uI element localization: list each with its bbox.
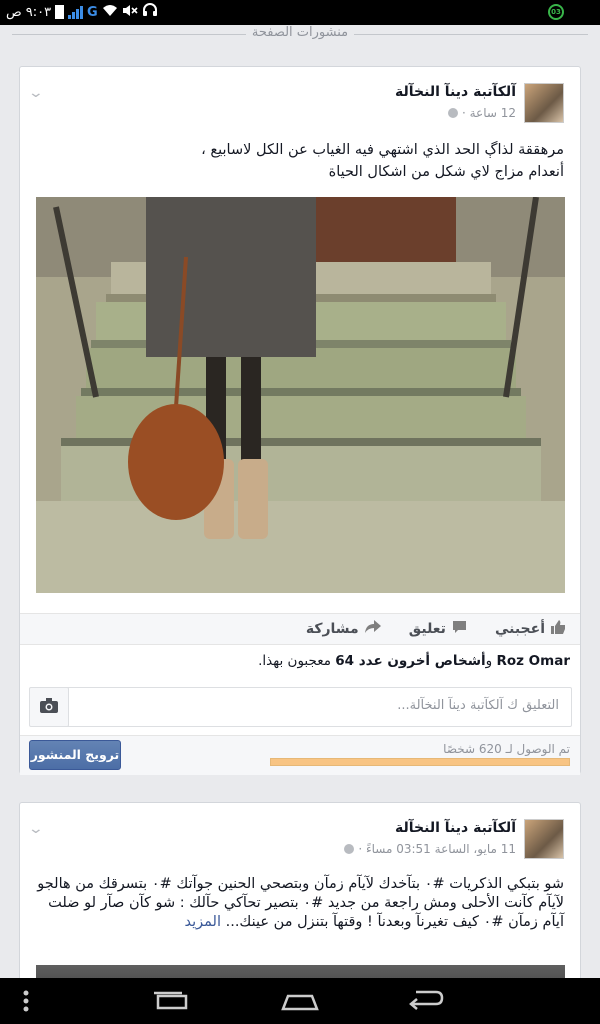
status-left: ص ٩:٠٣ G bbox=[6, 3, 158, 21]
post-author[interactable]: آلكآتبة دينآ النخآلة bbox=[395, 820, 516, 836]
liker-name[interactable]: Roz Omar bbox=[496, 653, 570, 669]
post-time[interactable]: 11 مايو، الساعة 03:51 مساءً · bbox=[358, 842, 516, 856]
reach-text: تم الوصول لـ 620 شخصًا bbox=[443, 742, 570, 756]
like-icon bbox=[551, 620, 566, 638]
recent-apps-icon[interactable] bbox=[152, 988, 190, 1018]
status-am-pm: ص bbox=[6, 4, 22, 20]
menu-dots-icon[interactable] bbox=[20, 988, 32, 1018]
post-text: شو بتبكي الذكريات #٠ بتآخدك لآيآم زمآن و… bbox=[36, 875, 564, 932]
chevron-down-icon[interactable]: ⌄ bbox=[28, 821, 44, 837]
globe-icon bbox=[447, 108, 458, 118]
avatar[interactable] bbox=[524, 83, 564, 123]
globe-icon bbox=[344, 844, 355, 854]
comment-placeholder: التعليق ك آلكآتبة دينآ النخآلة... bbox=[397, 698, 559, 713]
status-time: ٩:٠٣ bbox=[25, 4, 52, 20]
boost-post-button[interactable]: ترويج المنشور bbox=[29, 740, 121, 770]
post-card: آلكآتبة دينآ النخآلة 11 مايو، الساعة 03:… bbox=[19, 802, 581, 1002]
status-badge: 03 bbox=[548, 4, 564, 20]
post-text-body: شو بتبكي الذكريات #٠ بتآخدك لآيآم زمآن و… bbox=[37, 876, 564, 930]
share-icon bbox=[364, 620, 381, 638]
post-text-line: أنعدام مزاج لاي شكل من اشكال الحياة bbox=[328, 164, 564, 180]
post-text: مرهققة لذاڳ الحد الذي اشتهي فيه الغياب ع… bbox=[36, 139, 564, 183]
likes-summary[interactable]: Roz Omar وأشخاص أخرون عدد 64 معجبون بهذا… bbox=[30, 653, 570, 669]
likes-connector: و bbox=[485, 653, 497, 669]
back-icon[interactable] bbox=[408, 988, 446, 1018]
wifi-icon bbox=[102, 4, 118, 21]
comment-label: تعليق bbox=[408, 621, 446, 637]
section-header: منشورات الصفحة bbox=[0, 25, 600, 45]
share-button[interactable]: مشاركة bbox=[306, 620, 381, 638]
post-text-line: مرهققة لذاڳ الحد الذي اشتهي فيه الغياب ع… bbox=[201, 142, 564, 158]
signal-icon bbox=[68, 5, 84, 19]
navigation-bar bbox=[0, 978, 600, 1024]
camera-button[interactable] bbox=[29, 687, 69, 727]
headset-icon bbox=[142, 3, 158, 21]
see-more-link[interactable]: المزيد bbox=[185, 914, 221, 930]
likes-suffix: معجبون بهذا. bbox=[258, 653, 336, 669]
network-type: G bbox=[87, 4, 98, 20]
battery-icon bbox=[55, 5, 65, 19]
section-title: منشورات الصفحة bbox=[245, 25, 355, 40]
share-label: مشاركة bbox=[305, 621, 359, 637]
mute-icon bbox=[122, 4, 138, 21]
comment-button[interactable]: تعليق bbox=[409, 620, 467, 638]
reach-progress bbox=[270, 758, 570, 766]
home-icon[interactable] bbox=[280, 988, 320, 1018]
photo-illustration bbox=[36, 197, 565, 593]
comment-input[interactable]: التعليق ك آلكآتبة دينآ النخآلة... bbox=[62, 687, 572, 727]
reach-progress-fill bbox=[271, 759, 569, 765]
post-meta: 11 مايو، الساعة 03:51 مساءً · bbox=[344, 842, 516, 856]
camera-icon bbox=[40, 697, 58, 717]
post-time[interactable]: 12 ساعة · bbox=[462, 106, 516, 120]
post-meta: 12 ساعة · bbox=[447, 106, 516, 120]
post-card: آلكآتبة دينآ النخآلة 12 ساعة · ⌄ مرهققة … bbox=[19, 66, 581, 775]
chevron-down-icon[interactable]: ⌄ bbox=[28, 85, 44, 101]
comment-icon bbox=[452, 620, 467, 638]
likes-others[interactable]: أشخاص أخرون عدد 64 bbox=[335, 653, 485, 669]
post-actions: أعجبني تعليق مشاركة bbox=[20, 613, 580, 645]
avatar[interactable] bbox=[524, 819, 564, 859]
post-photo[interactable] bbox=[36, 197, 565, 593]
like-label: أعجبني bbox=[494, 621, 545, 637]
post-author[interactable]: آلكآتبة دينآ النخآلة bbox=[395, 84, 516, 100]
status-bar: ص ٩:٠٣ G 03 bbox=[0, 0, 600, 25]
like-button[interactable]: أعجبني bbox=[495, 620, 566, 638]
reach-row: تم الوصول لـ 620 شخصًا ترويج المنشور bbox=[20, 735, 580, 775]
